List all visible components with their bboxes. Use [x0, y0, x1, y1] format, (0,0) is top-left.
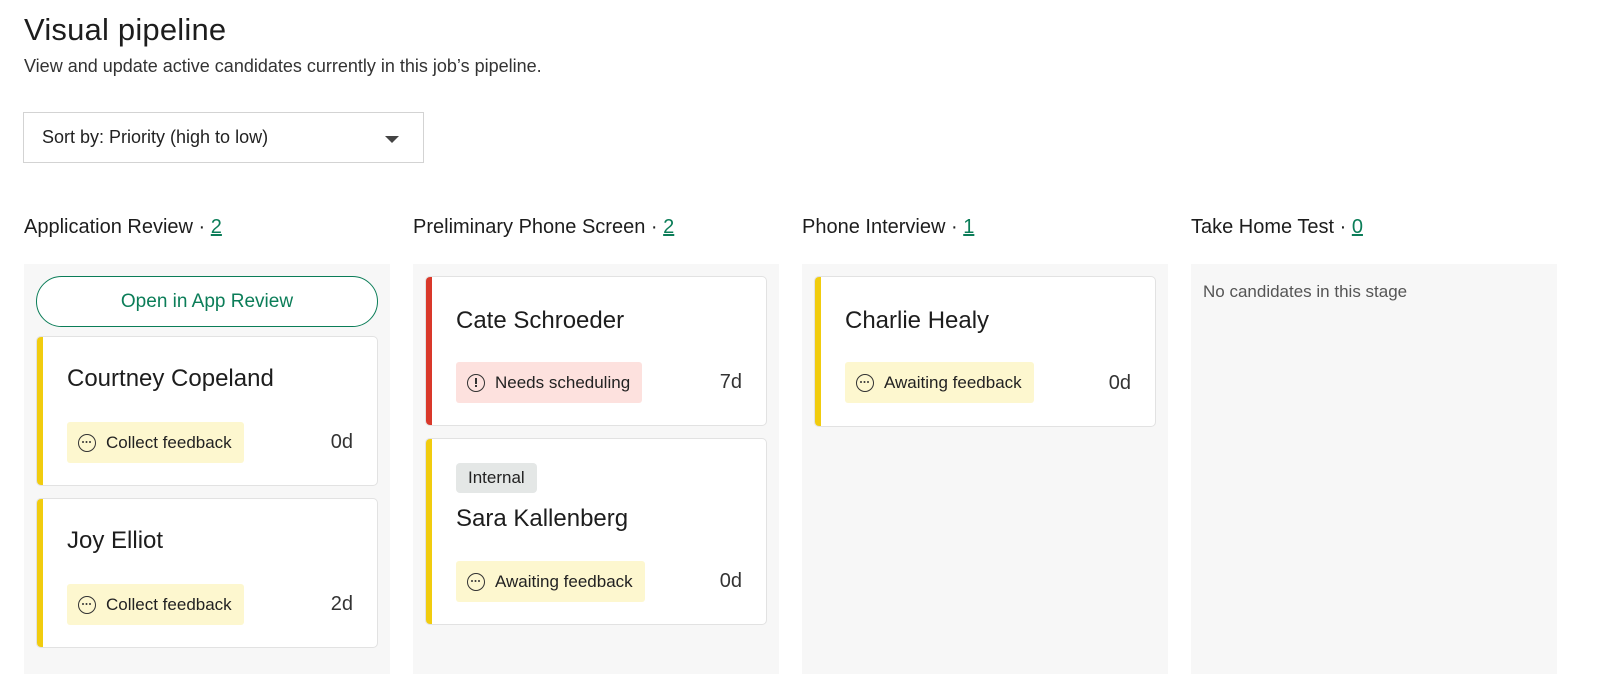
status-label: Needs scheduling: [495, 372, 631, 392]
stage-column-preliminary-phone-screen: Preliminary Phone Screen · 2 Cate Schroe…: [413, 210, 779, 674]
stage-body: Open in App Review Courtney Copeland Col…: [24, 264, 390, 674]
ellipsis-circle-icon: [78, 433, 96, 452]
status-badge: Awaiting feedback: [456, 561, 645, 602]
ellipsis-circle-icon: [467, 572, 485, 591]
status-badge: Needs scheduling: [456, 362, 643, 403]
candidate-card[interactable]: Charlie Healy Awaiting feedback 0d: [814, 276, 1156, 427]
stage-column-take-home-test: Take Home Test · 0 No candidates in this…: [1191, 210, 1557, 674]
status-badge: Collect feedback: [67, 584, 244, 625]
stage-separator: ·: [198, 216, 206, 238]
stage-separator: ·: [650, 216, 658, 238]
internal-tag: Internal: [456, 463, 537, 493]
stage-column-phone-interview: Phone Interview · 1 Charlie Healy Awaiti…: [802, 210, 1168, 674]
open-in-app-review-button[interactable]: Open in App Review: [36, 276, 378, 327]
days-in-stage: 2d: [330, 593, 353, 615]
stage-count-link[interactable]: 1: [963, 216, 974, 238]
candidate-name: Joy Elliot: [67, 527, 164, 554]
stage-body: No candidates in this stage: [1191, 264, 1557, 674]
candidate-card[interactable]: Courtney Copeland Collect feedback 0d: [36, 336, 378, 486]
stage-separator: ·: [1339, 216, 1347, 238]
stage-body: Charlie Healy Awaiting feedback 0d: [802, 264, 1168, 674]
stage-header: Application Review · 2: [24, 210, 390, 244]
priority-stripe: [37, 337, 43, 485]
status-label: Awaiting feedback: [495, 571, 633, 591]
status-label: Collect feedback: [106, 594, 232, 614]
candidate-name: Charlie Healy: [845, 307, 990, 334]
stage-count-link[interactable]: 0: [1352, 216, 1363, 238]
sort-dropdown-label: Sort by: Priority (high to low): [42, 127, 269, 147]
stage-title: Phone Interview: [802, 216, 946, 238]
stage-header: Phone Interview · 1: [802, 210, 1168, 244]
empty-stage-message: No candidates in this stage: [1203, 282, 1408, 301]
candidate-card[interactable]: Cate Schroeder Needs scheduling 7d: [425, 276, 767, 426]
candidate-name: Sara Kallenberg: [456, 505, 629, 532]
page-title: Visual pipeline: [24, 12, 227, 47]
days-in-stage: 7d: [719, 371, 742, 393]
candidate-name: Cate Schroeder: [456, 307, 625, 334]
priority-stripe: [37, 499, 43, 647]
alert-circle-icon: [467, 373, 485, 392]
status-label: Awaiting feedback: [884, 372, 1022, 392]
ellipsis-circle-icon: [856, 373, 874, 392]
status-badge: Collect feedback: [67, 422, 244, 463]
stage-column-application-review: Application Review · 2 Open in App Revie…: [24, 210, 390, 674]
stage-header: Take Home Test · 0: [1191, 210, 1557, 244]
stage-title: Application Review: [24, 216, 193, 238]
priority-stripe: [426, 439, 432, 624]
priority-stripe: [815, 277, 821, 426]
stage-count-link[interactable]: 2: [211, 216, 222, 238]
chevron-down-icon: [385, 136, 399, 143]
status-label: Collect feedback: [106, 432, 232, 452]
stage-separator: ·: [950, 216, 958, 238]
candidate-card[interactable]: Joy Elliot Collect feedback 2d: [36, 498, 378, 648]
candidate-name: Courtney Copeland: [67, 365, 274, 392]
stage-body: Cate Schroeder Needs scheduling 7d Inter…: [413, 264, 779, 674]
stage-count-link[interactable]: 2: [663, 216, 674, 238]
stage-title: Preliminary Phone Screen: [413, 216, 646, 238]
priority-stripe: [426, 277, 432, 425]
page-subtitle: View and update active candidates curren…: [24, 56, 542, 76]
days-in-stage: 0d: [1108, 372, 1131, 394]
status-badge: Awaiting feedback: [845, 362, 1034, 403]
days-in-stage: 0d: [330, 431, 353, 453]
stage-header: Preliminary Phone Screen · 2: [413, 210, 779, 244]
visual-pipeline-page: Visual pipeline View and update active c…: [0, 0, 1609, 677]
stage-title: Take Home Test: [1191, 216, 1335, 238]
sort-dropdown[interactable]: Sort by: Priority (high to low): [23, 112, 424, 163]
days-in-stage: 0d: [719, 570, 742, 592]
ellipsis-circle-icon: [78, 595, 96, 614]
candidate-card[interactable]: Internal Sara Kallenberg Awaiting feedba…: [425, 438, 767, 625]
